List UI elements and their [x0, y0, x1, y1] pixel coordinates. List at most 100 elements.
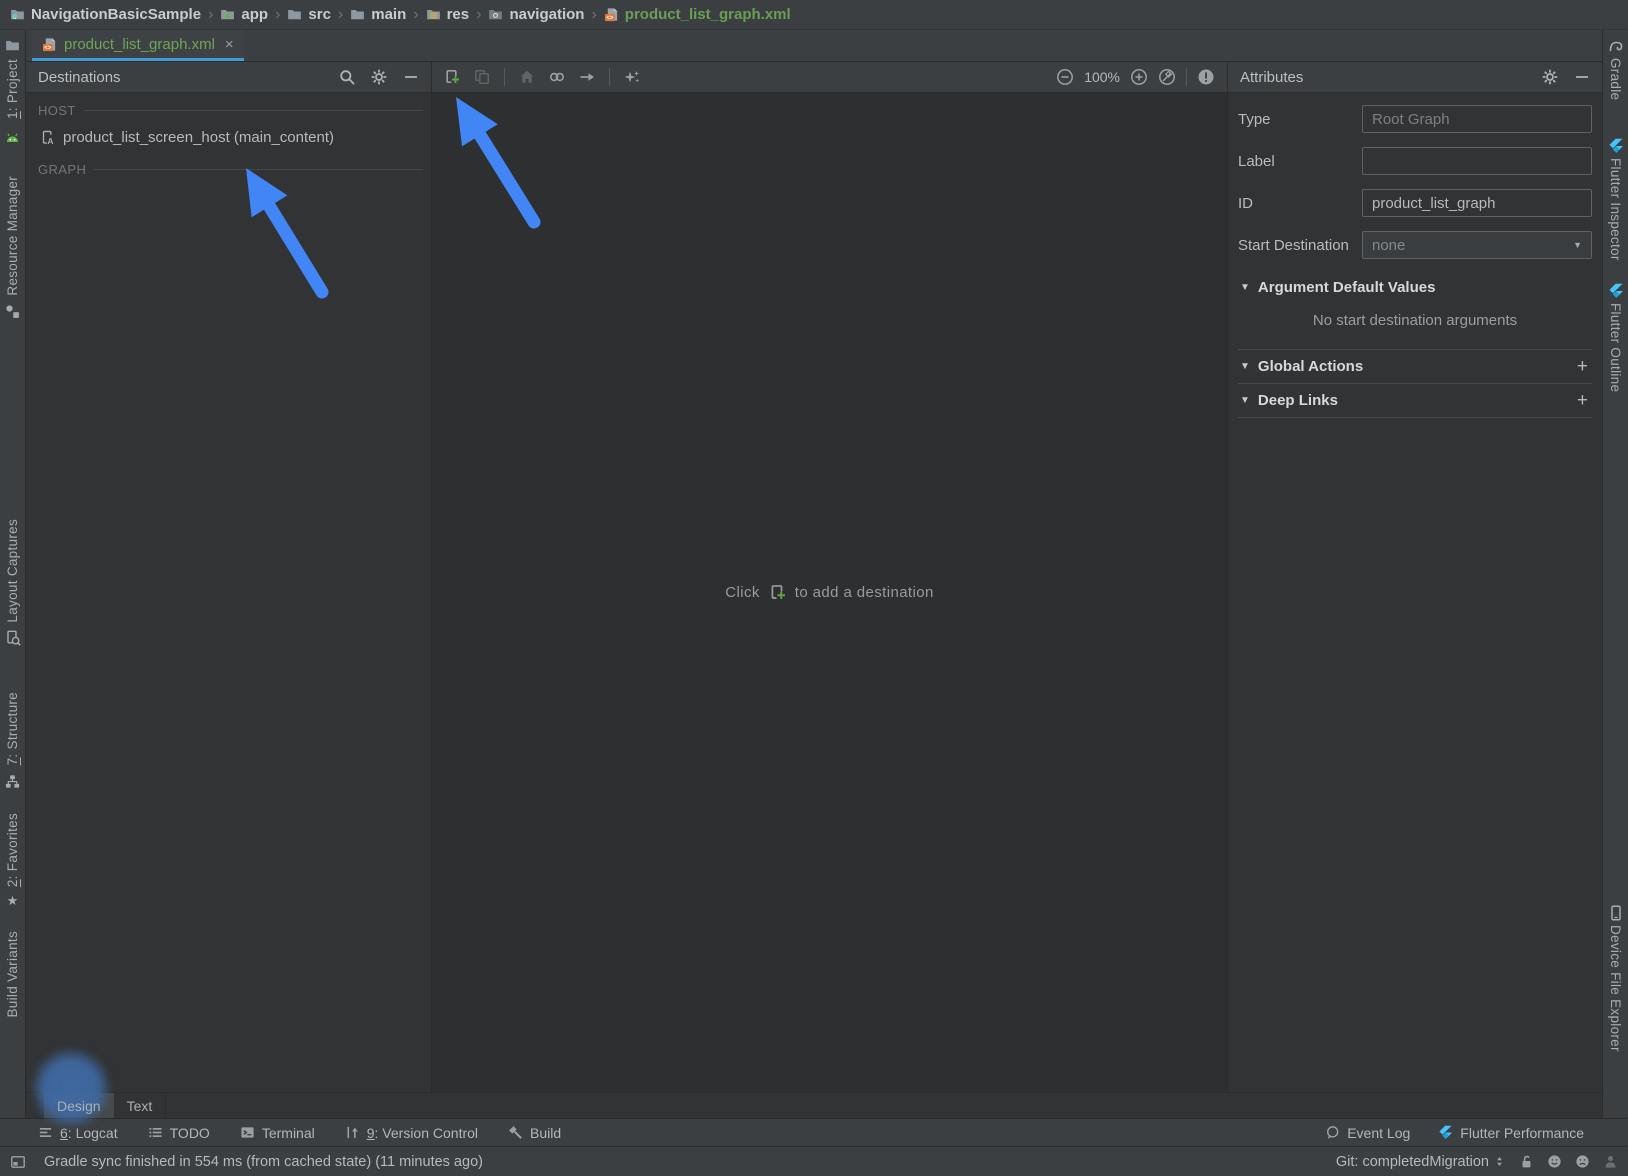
- breadcrumb-file[interactable]: product_list_graph.xml: [604, 6, 791, 23]
- toolwindow-version-control[interactable]: 9: Version Control: [345, 1125, 478, 1141]
- id-value: product_list_graph: [1372, 195, 1495, 212]
- flutter-icon[interactable]: [1608, 138, 1624, 154]
- navigation-canvas[interactable]: Click to add a destination: [432, 93, 1227, 1092]
- auto-arrange-icon[interactable]: [624, 69, 640, 85]
- todo-label: TODO: [170, 1125, 210, 1141]
- nav-host-icon: [40, 130, 56, 146]
- breadcrumb-navigation-label: navigation: [509, 6, 584, 23]
- sidebar-item-favorites[interactable]: 2: Favorites: [5, 813, 20, 887]
- minimize-icon[interactable]: [1574, 69, 1590, 85]
- breadcrumb-separator: ›: [275, 6, 280, 24]
- editor-tabstrip: product_list_graph.xml ×: [26, 30, 1602, 62]
- home-icon[interactable]: [519, 69, 535, 85]
- version-control-icon: [345, 1125, 360, 1140]
- user-profile-icon[interactable]: [1603, 1154, 1618, 1169]
- tool-window-toggle-icon[interactable]: [10, 1154, 26, 1170]
- breadcrumb-src-label: src: [308, 6, 331, 23]
- breadcrumb-app-label: app: [241, 6, 268, 23]
- breadcrumb-src[interactable]: src: [287, 6, 331, 23]
- sad-face-icon[interactable]: [1575, 1154, 1590, 1169]
- breadcrumb-app[interactable]: app: [220, 6, 268, 23]
- label-field[interactable]: [1362, 147, 1592, 175]
- add-destination-icon: [769, 584, 786, 601]
- breadcrumb-separator: ›: [413, 6, 418, 24]
- id-row: ID product_list_graph: [1238, 189, 1592, 217]
- tool-window-bar-right: Event Log Flutter Performance: [1297, 1125, 1584, 1141]
- toolwindow-event-log[interactable]: Event Log: [1325, 1125, 1410, 1141]
- toolwindow-flutter-performance[interactable]: Flutter Performance: [1438, 1125, 1584, 1141]
- res-folder-icon: [426, 7, 441, 22]
- toolwindow-logcat[interactable]: 6: Logcat: [38, 1125, 118, 1141]
- design-toolbar: 100%: [432, 62, 1227, 93]
- type-label: Type: [1238, 111, 1362, 128]
- star-icon[interactable]: ★: [7, 893, 19, 909]
- gear-icon[interactable]: [1542, 69, 1558, 85]
- close-icon[interactable]: ×: [225, 36, 234, 53]
- graph-section-label: GRAPH: [38, 162, 423, 177]
- add-deep-link-button[interactable]: +: [1577, 391, 1590, 410]
- breadcrumb-navigation[interactable]: navigation: [488, 6, 584, 23]
- project-tool-icon[interactable]: [5, 38, 20, 53]
- gear-icon[interactable]: [371, 69, 387, 85]
- unlock-icon[interactable]: [1519, 1154, 1534, 1169]
- tab-design[interactable]: Design: [44, 1093, 114, 1118]
- android-icon[interactable]: [4, 131, 21, 148]
- deep-link-icon[interactable]: [549, 69, 565, 85]
- search-icon[interactable]: [339, 69, 355, 85]
- collapse-triangle-icon: ▼: [1240, 395, 1250, 406]
- git-branch-widget[interactable]: Git: completedMigration: [1336, 1154, 1506, 1170]
- happy-face-icon[interactable]: [1547, 1154, 1562, 1169]
- breadcrumb-separator: ›: [591, 6, 596, 24]
- sidebar-item-project[interactable]: 1: Project: [5, 59, 20, 119]
- sidebar-item-gradle[interactable]: Gradle: [1608, 58, 1623, 100]
- add-destination-icon[interactable]: [444, 69, 460, 85]
- sidebar-item-build-variants[interactable]: Build Variants: [5, 931, 20, 1018]
- layout-captures-icon[interactable]: [5, 630, 21, 646]
- git-updown-icon: [1493, 1155, 1506, 1168]
- issues-icon[interactable]: [1197, 68, 1215, 86]
- global-actions-section[interactable]: ▼ Global Actions +: [1238, 349, 1592, 383]
- minimize-icon[interactable]: [403, 69, 419, 85]
- android-studio-window: NavigationBasicSample › app › src › main…: [0, 0, 1628, 1176]
- flutter-icon[interactable]: [1608, 283, 1624, 299]
- breadcrumb-project[interactable]: NavigationBasicSample: [10, 6, 201, 23]
- gradle-icon[interactable]: [1608, 38, 1624, 54]
- nested-graph-icon[interactable]: [474, 69, 490, 85]
- sidebar-item-flutter-outline[interactable]: Flutter Outline: [1608, 303, 1623, 392]
- destinations-panel: Destinations HOST product_lis: [26, 62, 432, 1092]
- breadcrumb-res[interactable]: res: [426, 6, 470, 23]
- zoom-to-fit-icon[interactable]: [1158, 68, 1176, 86]
- sidebar-item-layout-captures[interactable]: Layout Captures: [5, 519, 20, 623]
- start-destination-dropdown[interactable]: none ▼: [1362, 231, 1592, 259]
- breadcrumb-project-label: NavigationBasicSample: [31, 6, 201, 23]
- sidebar-item-flutter-inspector[interactable]: Flutter Inspector: [1608, 158, 1623, 261]
- action-arrow-icon[interactable]: [579, 69, 595, 85]
- zoom-in-icon[interactable]: [1130, 68, 1148, 86]
- tab-product-list-graph[interactable]: product_list_graph.xml ×: [32, 30, 244, 61]
- add-global-action-button[interactable]: +: [1577, 357, 1590, 376]
- id-field[interactable]: product_list_graph: [1362, 189, 1592, 217]
- tab-text[interactable]: Text: [114, 1093, 167, 1118]
- structure-icon[interactable]: [5, 774, 20, 789]
- host-item[interactable]: product_list_screen_host (main_content): [40, 129, 423, 146]
- section-rule: [84, 110, 423, 111]
- sidebar-item-device-file-explorer[interactable]: Device File Explorer: [1608, 925, 1623, 1052]
- logcat-label: 6: Logcat: [60, 1125, 118, 1141]
- right-tool-strip: Gradle Flutter Inspector Flutter Outline…: [1602, 30, 1628, 1118]
- structure-shortcut-num: 7: [5, 758, 20, 766]
- toolwindow-todo[interactable]: TODO: [148, 1125, 210, 1141]
- toolwindow-build[interactable]: Build: [508, 1125, 561, 1141]
- type-value: Root Graph: [1372, 111, 1450, 128]
- argument-defaults-section[interactable]: ▼ Argument Default Values: [1238, 273, 1592, 302]
- deep-links-section[interactable]: ▼ Deep Links +: [1238, 383, 1592, 418]
- sidebar-item-structure[interactable]: 7: Structure: [5, 692, 20, 765]
- sidebar-item-resource-manager[interactable]: Resource Manager: [5, 176, 20, 296]
- editor-column: product_list_graph.xml × Destinations: [26, 30, 1602, 1118]
- breadcrumb-main[interactable]: main: [350, 6, 406, 23]
- resource-manager-icon[interactable]: [5, 304, 20, 319]
- breadcrumb-res-label: res: [447, 6, 470, 23]
- device-icon[interactable]: [1608, 905, 1624, 921]
- zoom-out-icon[interactable]: [1056, 68, 1074, 86]
- toolwindow-terminal[interactable]: Terminal: [240, 1125, 315, 1141]
- type-row: Type Root Graph: [1238, 105, 1592, 133]
